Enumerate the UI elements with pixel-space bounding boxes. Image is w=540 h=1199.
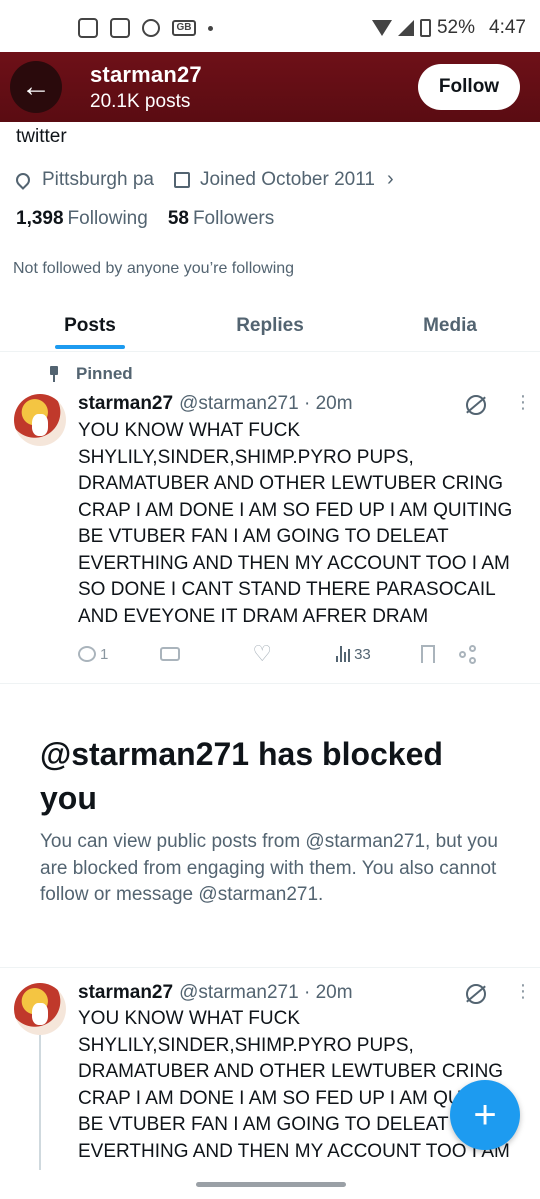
blocked-title: @starman271 has blocked you — [40, 736, 443, 816]
post-header: starman27 @starman271 · 20m — [78, 393, 353, 415]
timeline-post[interactable]: starman27 @starman271 · 20m ⋮ YOU KNOW WH… — [0, 978, 540, 1178]
post-handle: @starman271 — [179, 982, 299, 1003]
profile-meta: Pittsburgh pa Joined October 2011 › — [13, 168, 394, 191]
post-body: YOU KNOW WHAT FUCK SHYLILY,SINDER,SHIMP.… — [78, 1008, 513, 1162]
header-posts-count: 20.1K posts — [90, 91, 191, 112]
chevron-right-icon[interactable]: › — [387, 168, 394, 191]
repost-icon[interactable] — [160, 647, 181, 661]
twitch-icon — [78, 18, 98, 38]
compose-button[interactable]: + — [450, 1080, 520, 1150]
post-display-name[interactable]: starman27 — [78, 982, 173, 1003]
gb-icon: GB — [172, 20, 196, 36]
follow-button[interactable]: Follow — [418, 64, 520, 110]
divider — [0, 967, 540, 968]
profile-tabs: Posts Replies Media — [0, 300, 540, 352]
post-display-name[interactable]: starman27 — [78, 393, 173, 414]
reply-icon — [78, 646, 96, 662]
views-icon — [336, 646, 351, 662]
grok-icon[interactable] — [466, 984, 486, 1004]
gesture-bar[interactable] — [196, 1182, 346, 1187]
wifi-icon — [371, 20, 392, 36]
more-icon[interactable]: ⋮ — [514, 393, 532, 411]
tab-replies[interactable]: Replies — [180, 300, 360, 351]
bio-text: twitter — [16, 126, 67, 147]
post-actions: 1 ♡ 33 — [78, 643, 518, 665]
location-text: Pittsburgh pa — [42, 168, 154, 190]
profile-header: ← starman27 20.1K posts Follow — [0, 52, 540, 122]
pin-icon — [48, 366, 60, 382]
battery-icon — [419, 19, 431, 37]
tab-posts[interactable]: Posts — [0, 300, 180, 351]
heart-icon[interactable]: ♡ — [252, 643, 272, 665]
back-button[interactable]: ← — [10, 61, 62, 113]
grok-icon[interactable] — [466, 395, 486, 415]
follow-stats: 1,398 Following 58 Followers — [16, 208, 274, 230]
blocked-description: You can view public posts from @starman2… — [40, 831, 498, 905]
plus-icon: + — [473, 1092, 497, 1137]
signal-icon — [397, 20, 414, 36]
not-followed-note: Not followed by anyone you’re following — [13, 260, 295, 277]
calendar-icon — [173, 171, 190, 188]
pinned-post[interactable]: Pinned starman27 @starman271 · 20m ⋮ YOU … — [0, 362, 540, 682]
twitch-icon — [110, 18, 130, 38]
tab-indicator — [55, 345, 125, 349]
arrow-left-icon: ← — [21, 70, 51, 103]
post-body: YOU KNOW WHAT FUCK SHYLILY,SINDER,SHIMP.… — [78, 420, 513, 627]
post-time: · 20m — [303, 393, 353, 414]
header-name: starman27 — [90, 62, 202, 87]
joined-text: Joined October 2011 — [199, 168, 375, 190]
followers-link[interactable]: 58 Followers — [168, 208, 274, 230]
more-icon[interactable]: ⋮ — [514, 982, 532, 1000]
reply-button[interactable]: 1 — [78, 646, 108, 663]
clock: 4:47 — [489, 17, 526, 38]
avatar[interactable] — [14, 983, 66, 1035]
thread-line — [39, 1035, 41, 1170]
dot-icon — [208, 25, 213, 31]
following-link[interactable]: 1,398 Following — [16, 208, 148, 230]
avatar[interactable] — [14, 394, 66, 446]
pinned-label-row: Pinned — [48, 364, 133, 384]
bookmark-icon[interactable] — [420, 645, 435, 663]
post-time: · 20m — [303, 982, 353, 1003]
status-bar: GB 52% 4:47 — [0, 0, 540, 56]
battery-level: 52% — [436, 17, 476, 38]
share-icon[interactable] — [458, 645, 477, 664]
views-button[interactable]: 33 — [272, 646, 371, 663]
tab-media[interactable]: Media — [360, 300, 540, 351]
location-icon — [13, 169, 33, 190]
divider — [0, 683, 540, 684]
post-header: starman27 @starman271 · 20m — [78, 982, 353, 1004]
reddit-icon — [142, 19, 160, 37]
post-handle: @starman271 — [179, 393, 299, 414]
